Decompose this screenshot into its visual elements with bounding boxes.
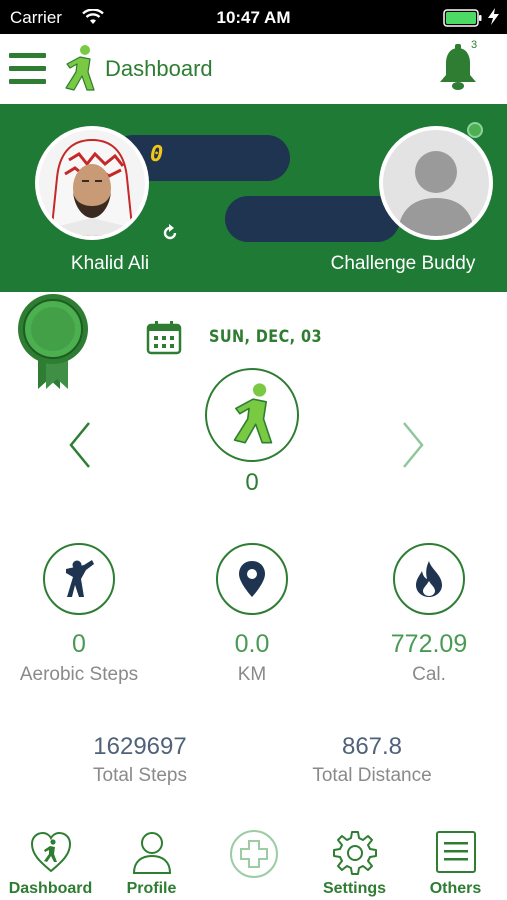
app-header: Dashboard 3 [0,34,507,104]
tab-dashboard[interactable]: Dashboard [0,826,101,900]
charging-icon [488,8,499,30]
buddy-avatar[interactable] [379,126,493,240]
previous-day-chevron-icon[interactable] [67,420,93,475]
notification-bell-icon[interactable] [436,44,480,99]
total-distance-value: 867.8 [341,733,403,760]
user-name: Khalid Ali [70,253,150,274]
tab-settings[interactable]: Settings [304,826,405,900]
hamburger-menu-icon[interactable] [9,53,46,84]
buddy-progress-track [225,196,400,242]
tab-others[interactable]: Others [405,826,506,900]
km-value: 0.0 [234,630,270,658]
location-pin-icon [216,543,288,615]
aerobic-steps-stat: 0 Aerobic Steps [0,543,165,686]
aerobic-steps-label: Aerobic Steps [19,664,139,685]
total-distance-label: Total Distance [312,765,432,786]
walk-activity-button[interactable] [205,368,299,462]
next-day-chevron-icon[interactable] [400,420,426,475]
list-icon [435,831,476,873]
total-steps-stat: 1629697 Total Steps [58,733,222,787]
online-status-dot [467,122,483,138]
tab-others-label: Others [429,880,482,897]
date-label: SUN, DEC, 03 [209,327,322,347]
walker-logo-icon [62,44,98,99]
bottom-tab-bar: Dashboard Profile Settings Others [0,826,507,900]
status-bar: Carrier 10:47 AM [0,0,507,34]
km-label: KM [237,664,267,685]
page-title: Dashboard [105,56,213,81]
flame-icon [393,543,465,615]
plus-circle-icon [229,830,278,878]
award-ribbon-icon[interactable] [16,293,90,396]
aerobic-steps-value: 0 [72,630,86,658]
calories-value: 772.09 [390,630,468,658]
clock: 10:47 AM [216,8,291,27]
person-icon [132,832,171,874]
walker-icon [233,383,273,444]
gear-icon [332,831,377,875]
calories-label: Cal. [412,664,446,685]
aerobic-icon [43,543,115,615]
km-stat: 0.0 KM [166,543,338,686]
total-steps-value: 1629697 [93,733,187,760]
refresh-icon[interactable] [160,223,180,248]
calories-stat: 772.09 Cal. [343,543,507,686]
battery-icon [443,9,483,32]
tab-add[interactable] [203,826,304,900]
buddy-name: Challenge Buddy [330,253,476,274]
total-steps-label: Total Steps [93,765,187,786]
tab-dashboard-label: Dashboard [8,880,93,897]
user-avatar[interactable] [35,126,149,240]
tab-profile-label: Profile [126,880,177,897]
challenge-banner: 0 Khalid Ali Challenge Buddy [0,104,507,292]
challenge-counter: 0 [150,142,164,167]
calendar-icon[interactable] [146,321,182,360]
heart-walker-icon [30,831,71,873]
notification-count: 3 [471,39,478,51]
tab-settings-label: Settings [322,880,387,897]
walk-step-count: 0 [245,469,259,496]
total-distance-stat: 867.8 Total Distance [290,733,454,787]
tab-profile[interactable]: Profile [101,826,202,900]
